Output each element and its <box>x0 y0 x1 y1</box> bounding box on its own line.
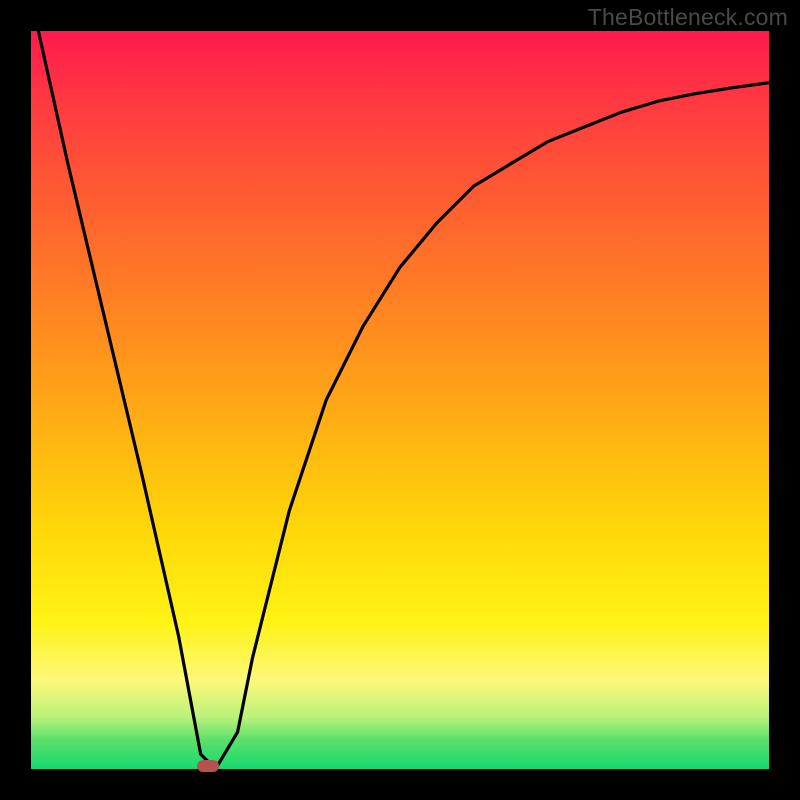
bottleneck-curve <box>31 31 769 769</box>
chart-frame: TheBottleneck.com <box>0 0 800 800</box>
watermark-text: TheBottleneck.com <box>588 4 788 31</box>
plot-area <box>31 31 769 769</box>
minimum-marker <box>197 760 219 772</box>
